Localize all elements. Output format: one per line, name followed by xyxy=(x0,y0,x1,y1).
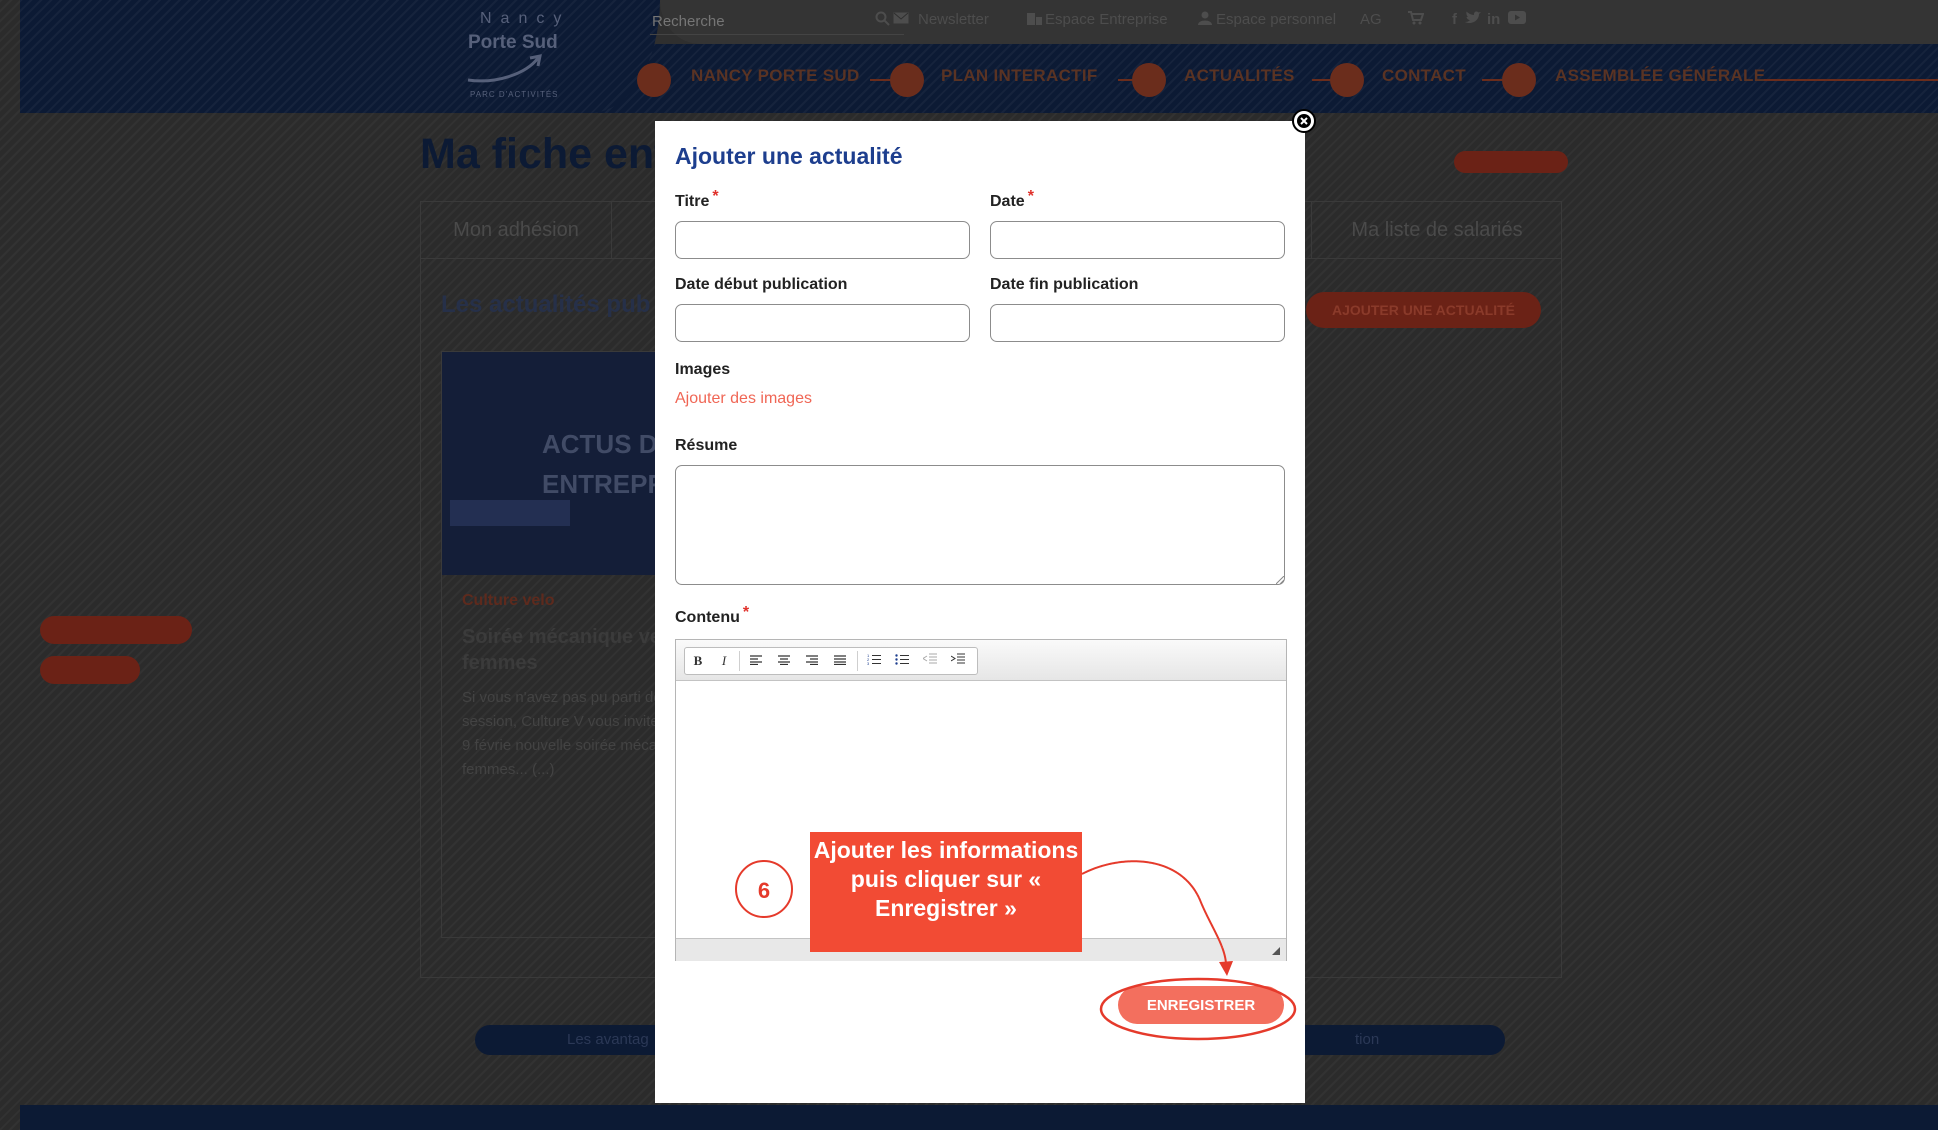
section-title: Les actualités pub xyxy=(441,291,651,318)
date-input[interactable] xyxy=(990,221,1285,259)
resize-grip-icon[interactable] xyxy=(1272,947,1280,955)
bottom-link-avantages[interactable]: Les avantag xyxy=(567,1031,649,1048)
align-center-icon[interactable] xyxy=(771,648,797,674)
close-icon xyxy=(1297,114,1311,128)
add-images-link[interactable]: Ajouter des images xyxy=(675,390,812,408)
unordered-list-icon[interactable] xyxy=(889,648,915,674)
date-debut-input[interactable] xyxy=(675,304,970,342)
align-justify-icon[interactable] xyxy=(827,648,853,674)
bold-icon[interactable]: B xyxy=(685,648,711,674)
step-number-badge: 6 xyxy=(735,860,793,918)
nav-dot-icon xyxy=(1502,63,1536,97)
bottom-link-right[interactable]: tion xyxy=(1355,1031,1379,1048)
espace-personnel-link[interactable]: Espace personnel xyxy=(1216,11,1336,28)
resize-handle-icon[interactable] xyxy=(1276,576,1284,584)
cart-icon[interactable] xyxy=(1408,11,1425,29)
nav-item-assemblee-generale[interactable]: ASSEMBLÉE GÉNÉRALE xyxy=(1555,66,1765,86)
date-fin-label: Date fin publication xyxy=(990,276,1139,293)
twitter-icon[interactable] xyxy=(1465,11,1481,28)
contenu-label: Contenu * xyxy=(675,604,750,626)
modal-title: Ajouter une actualité xyxy=(675,143,903,169)
titre-label: Titre * xyxy=(675,188,719,210)
tab-liste-salaries[interactable]: Ma liste de salariés xyxy=(1311,202,1562,258)
nav-dot-icon xyxy=(890,63,924,97)
highlight-circle xyxy=(1099,977,1297,1041)
news-card-read-button[interactable] xyxy=(40,616,192,644)
date-debut-label: Date début publication xyxy=(675,276,848,293)
envelope-icon xyxy=(893,11,909,28)
italic-icon[interactable]: I xyxy=(711,648,737,674)
user-icon xyxy=(1198,11,1212,29)
facebook-icon[interactable]: f xyxy=(1452,11,1457,28)
nav-item-contact[interactable]: CONTACT xyxy=(1382,66,1466,86)
indent-icon[interactable] xyxy=(945,648,971,674)
required-mark: * xyxy=(712,188,719,205)
editor-toolbar: B I 123 xyxy=(676,640,1286,681)
page-title: Ma fiche ent xyxy=(420,130,669,178)
nav-dot-icon xyxy=(637,63,671,97)
search-icon[interactable] xyxy=(875,11,890,30)
news-card-category[interactable]: Culture velo xyxy=(462,592,554,610)
nav-item-actualites[interactable]: ACTUALITÉS xyxy=(1184,66,1295,86)
logo-swoosh-icon xyxy=(467,54,542,83)
align-left-icon[interactable] xyxy=(743,648,769,674)
date-label: Date * xyxy=(990,188,1034,210)
tab-mon-adhesion[interactable]: Mon adhésion xyxy=(421,202,612,258)
nav-item-nancy-porte-sud[interactable]: NANCY PORTE SUD xyxy=(691,66,860,86)
instruction-callout: Ajouter les informations puis cliquer su… xyxy=(810,832,1082,952)
nav-dot-icon xyxy=(1330,63,1364,97)
close-button[interactable] xyxy=(1292,109,1316,133)
align-right-icon[interactable] xyxy=(799,648,825,674)
required-mark: * xyxy=(1027,188,1034,205)
news-card-edit-button[interactable] xyxy=(40,656,140,684)
footer xyxy=(20,1105,1938,1130)
add-news-button[interactable]: AJOUTER UNE ACTUALITÉ xyxy=(1306,292,1541,328)
search-input[interactable] xyxy=(650,8,904,35)
site-logo[interactable]: Nancy Porte Sud PARC D'ACTIVITÉS xyxy=(460,6,580,106)
ordered-list-icon[interactable]: 123 xyxy=(861,648,887,674)
required-mark: * xyxy=(742,604,750,621)
resume-textarea[interactable] xyxy=(675,465,1285,585)
language-switch[interactable]: AG xyxy=(1360,11,1382,28)
titre-input[interactable] xyxy=(675,221,970,259)
images-label: Images xyxy=(675,361,731,378)
espace-entreprise-link[interactable]: Espace Entreprise xyxy=(1045,11,1168,28)
arrow-icon xyxy=(1081,860,1233,976)
outdent-icon[interactable] xyxy=(917,648,943,674)
nav-dot-icon xyxy=(1132,63,1166,97)
linkedin-icon[interactable]: in xyxy=(1487,11,1500,28)
svg-text:3: 3 xyxy=(867,661,870,665)
building-icon xyxy=(1027,11,1042,29)
nav-item-plan-interactif[interactable]: PLAN INTERACTIF xyxy=(941,66,1098,86)
newsletter-link[interactable]: Newsletter xyxy=(918,11,989,28)
date-fin-input[interactable] xyxy=(990,304,1285,342)
resume-label: Résume xyxy=(675,437,738,454)
status-badge[interactable] xyxy=(1454,151,1568,173)
youtube-icon[interactable] xyxy=(1508,11,1526,28)
